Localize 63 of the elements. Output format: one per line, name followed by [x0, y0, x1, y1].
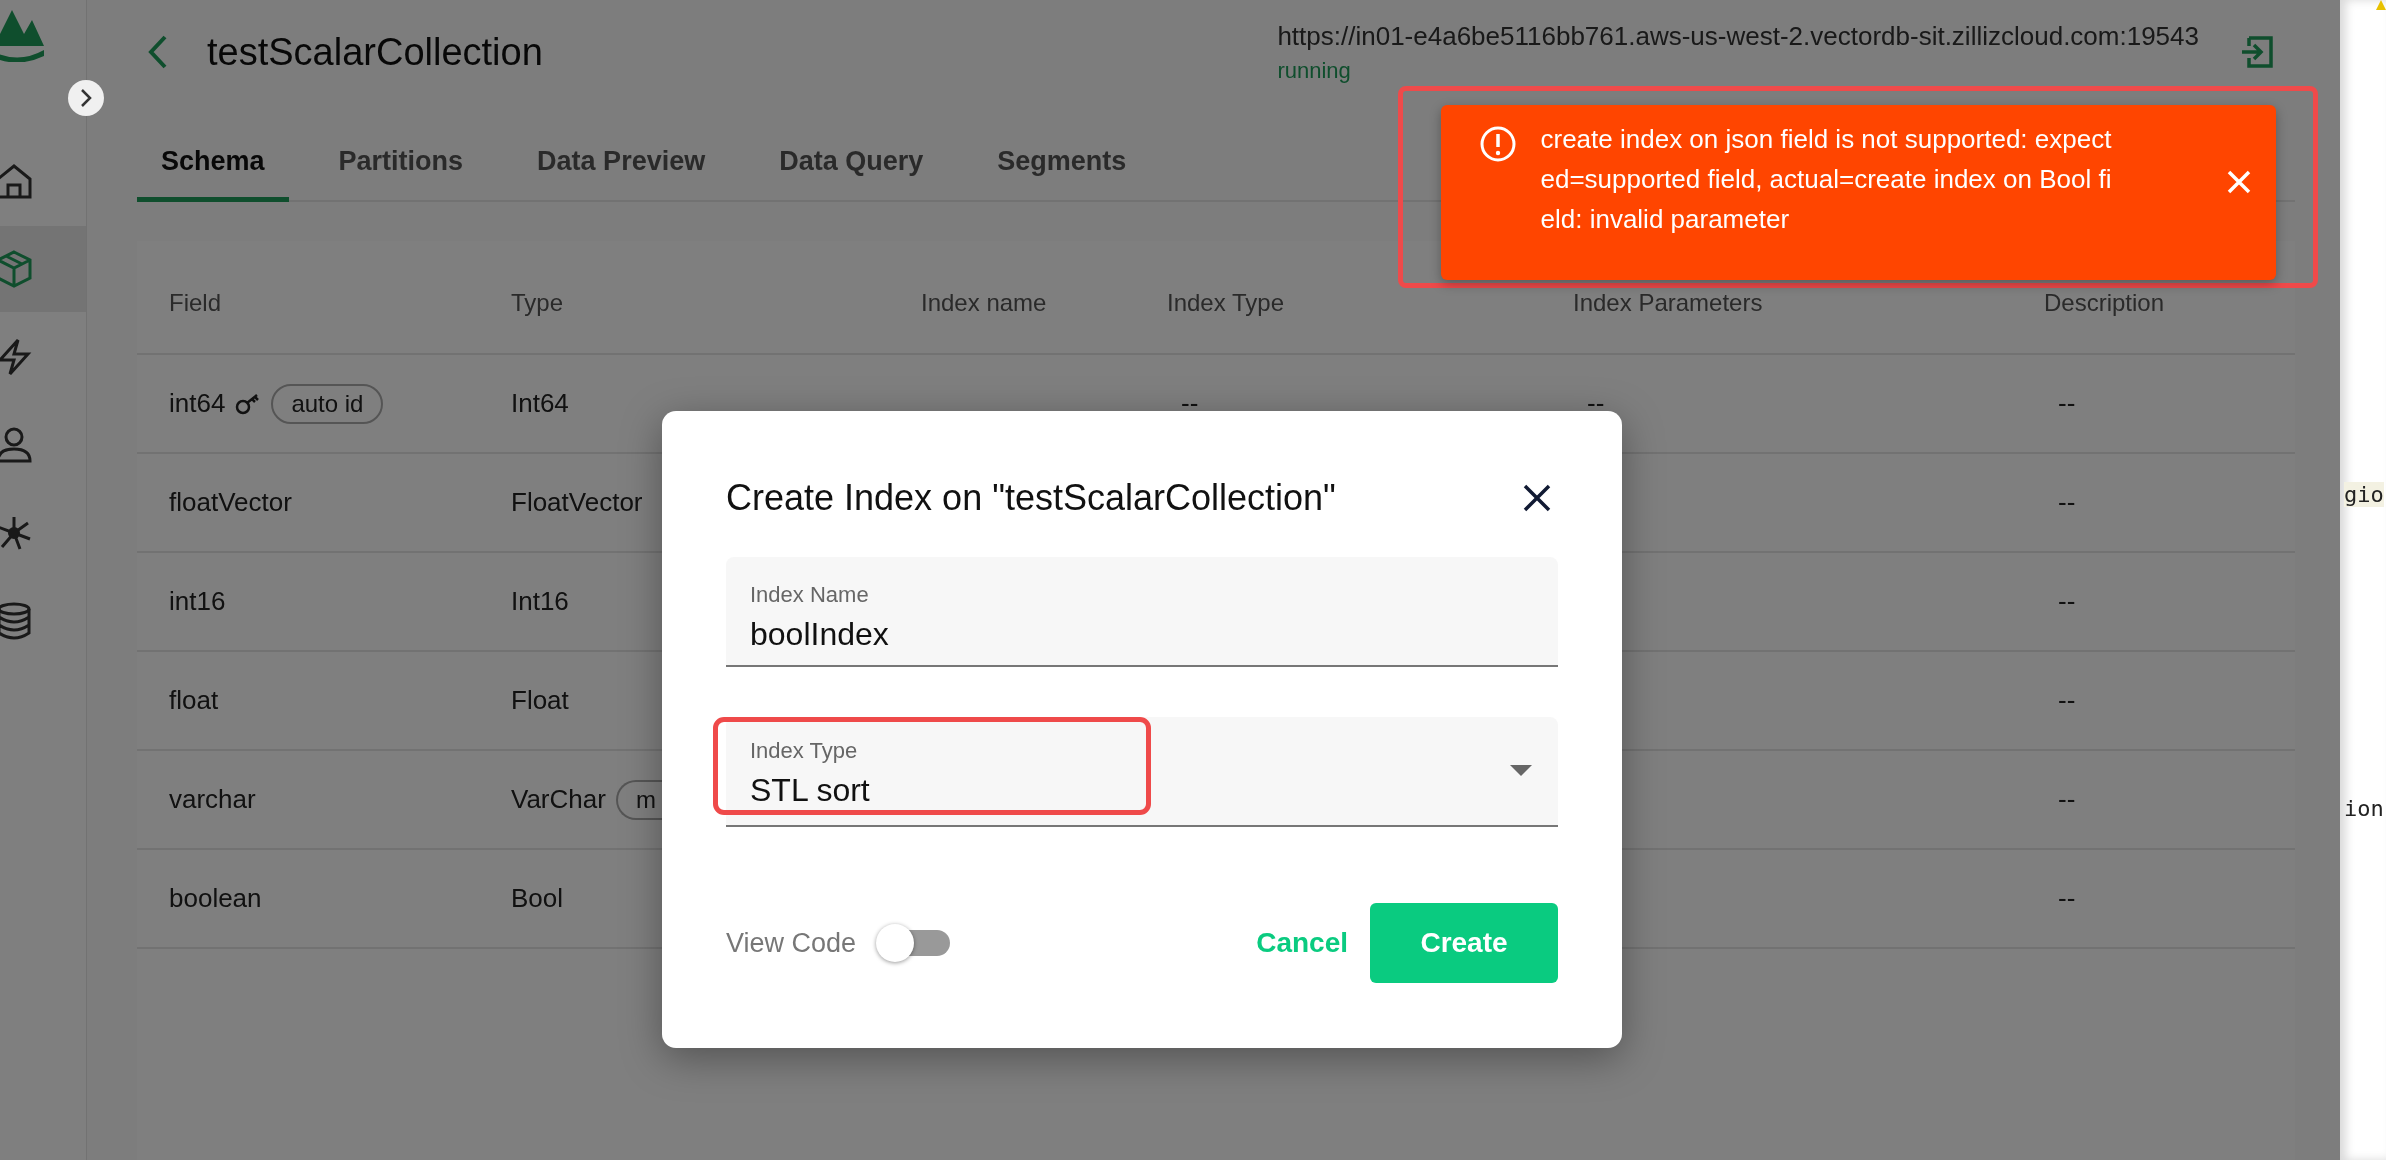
code-fragment: gio	[2344, 482, 2384, 507]
column-header: Description	[2044, 289, 2166, 317]
warning-icon	[2376, 0, 2386, 10]
cube-icon	[0, 249, 34, 289]
field-label: Index Name	[750, 582, 870, 608]
field-label: Index Type	[750, 738, 859, 764]
tab[interactable]: Schema	[137, 132, 289, 202]
error-message: create index on json field is not supported: expected=supported field, actual=create index on Bool field: invalid parameter	[1540, 123, 2113, 236]
user-icon	[0, 425, 34, 465]
table-cell: --	[2058, 487, 2076, 518]
column-header: Index Parameters	[1573, 289, 1764, 317]
table-cell: --	[2058, 685, 2076, 716]
database-icon	[0, 601, 34, 641]
endpoint-url: https://in01-e4a6be5116bb761.aws-us-west-2.vectordb-sit.zillizcloud.com:19543	[1277, 20, 2199, 52]
tag: auto id	[271, 383, 384, 424]
table-cell: --	[1587, 388, 1605, 419]
view-code-label: View Code	[726, 927, 857, 959]
type-name: Bool	[511, 883, 564, 914]
field-name: varchar	[169, 784, 256, 815]
type-name: FloatVector	[511, 487, 643, 518]
close-icon	[2225, 169, 2252, 195]
field-name: float	[169, 685, 219, 716]
field-value: STL sort	[750, 772, 871, 809]
collection-title: testScalarCollection	[207, 30, 543, 74]
expand-sidebar-button[interactable]	[68, 80, 104, 116]
chevron-left-icon	[147, 34, 169, 70]
column-header: Field	[169, 289, 223, 317]
tab[interactable]: Data Preview	[513, 132, 730, 202]
exit-icon	[2239, 34, 2275, 70]
type-name: Int16	[511, 586, 569, 617]
back-button[interactable]	[147, 34, 169, 70]
alert-icon	[1478, 125, 1517, 163]
tab[interactable]: Segments	[973, 132, 1151, 202]
table-cell: --	[1181, 388, 1199, 419]
dialog-title: Create Index on "testScalarCollection"	[726, 477, 1336, 519]
type-name: VarChar	[511, 784, 606, 815]
status-text: running	[1277, 57, 1352, 84]
column-header: Index Type	[1167, 289, 1285, 317]
exit-button[interactable]	[2239, 34, 2275, 70]
close-icon	[1522, 483, 1552, 513]
tab[interactable]: Partitions	[314, 132, 488, 202]
table-cell: --	[2058, 784, 2076, 815]
tab[interactable]: Data Query	[755, 132, 948, 202]
code-fragment: ion	[2344, 796, 2384, 821]
column-header: Index name	[921, 289, 1048, 317]
type-name: Int64	[511, 388, 569, 419]
caret-icon	[1510, 765, 1532, 777]
table-cell: --	[2058, 388, 2076, 419]
field-name: floatVector	[169, 487, 292, 518]
close-button[interactable]	[1522, 483, 1552, 513]
field-name: int16	[169, 586, 226, 617]
column-header: Type	[511, 289, 565, 317]
field-name: int64	[169, 388, 226, 419]
table-cell: --	[2058, 586, 2076, 617]
field-value: boolIndex	[750, 616, 890, 653]
input-field[interactable]: Index Name boolIndex	[726, 557, 1558, 667]
home-icon	[0, 161, 34, 201]
type-name: Float	[511, 685, 569, 716]
field-name: boolean	[169, 883, 262, 914]
table-cell: --	[2058, 883, 2076, 914]
cancel-button[interactable]: Cancel	[1248, 917, 1356, 969]
create-button[interactable]: Create	[1370, 903, 1558, 983]
chevron-right-icon	[78, 87, 94, 109]
